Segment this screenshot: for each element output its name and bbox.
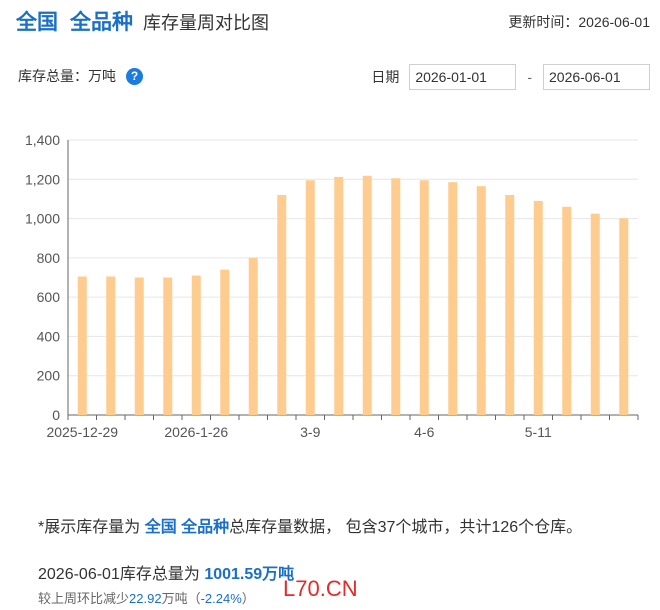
chart-subtitle: 库存量周对比图: [143, 13, 269, 33]
bar: [220, 269, 230, 415]
scope-label[interactable]: 全国: [16, 6, 58, 36]
change-unit: 万吨: [161, 591, 188, 606]
y-tick-label: 200: [37, 368, 61, 384]
note-scope: 全国: [144, 519, 177, 536]
bar: [248, 257, 258, 415]
variety-label[interactable]: 全品种: [70, 6, 133, 36]
note-variety: 全品种: [181, 519, 230, 536]
bar: [334, 176, 344, 415]
start-date-input[interactable]: [409, 64, 517, 90]
weekly-change: 较上周环比减少22.92万吨（-2.24%）: [38, 588, 255, 607]
update-time: 更新时间：2026-06-01: [508, 12, 650, 32]
question-circle-icon[interactable]: ?: [126, 67, 143, 85]
x-tick-label: 5-11: [525, 424, 552, 440]
update-time-value: 2026-06-01: [578, 14, 650, 30]
bar: [277, 195, 287, 415]
bar: [191, 275, 201, 415]
bar: [305, 180, 315, 415]
y-tick-label: 800: [37, 250, 61, 266]
bar: [391, 178, 401, 415]
x-tick-label: 2026-1-26: [164, 424, 228, 440]
change-prefix: 较上周环比减少: [38, 591, 130, 606]
end-date-input[interactable]: [543, 64, 650, 90]
change-pct-open: （: [187, 591, 201, 606]
bar: [77, 276, 87, 415]
bar: [106, 276, 116, 415]
bar: [134, 277, 144, 415]
bar: [362, 175, 372, 415]
x-tick-label: 3-9: [300, 424, 320, 440]
x-tick-label: 2025-12-29: [46, 424, 118, 440]
bar: [619, 218, 629, 415]
bar: [448, 182, 458, 415]
inventory-bar-chart: 0 200 400 600 800 1,000 1,200 1,400 2025-12-29 20…: [25, 132, 639, 440]
bar: [562, 206, 572, 415]
change-value: 22.92: [129, 591, 162, 606]
bar: [505, 195, 515, 415]
y-tick-label: 0: [52, 407, 60, 423]
note-prefix: *展示库存量为: [38, 519, 141, 536]
x-tick-label: 4-6: [414, 424, 434, 440]
date-separator: -: [527, 69, 532, 85]
y-tick-label: 1,000: [25, 211, 60, 227]
total-value: 1001.59万吨: [204, 566, 295, 583]
y-tick-label: 400: [37, 328, 61, 344]
total-prefix: 2026-06-01库存总量为: [38, 566, 200, 583]
y-tick-label: 1,400: [25, 132, 60, 148]
date-range-filter: 日期 -: [371, 64, 650, 90]
y-tick-label: 600: [37, 289, 61, 305]
bar: [590, 213, 600, 415]
note-suffix: 总库存量数据， 包含37个城市，共计126个仓库。: [229, 519, 583, 536]
bar: [533, 200, 543, 415]
unit-label: 库存总量：万吨: [18, 68, 116, 84]
change-pct: -2.24%: [200, 591, 242, 606]
change-pct-close: ）: [241, 591, 255, 606]
y-tick-label: 1,200: [25, 171, 60, 187]
watermark: L70.CN: [283, 576, 358, 601]
unit-row: 库存总量：万吨 ?: [18, 66, 143, 86]
bar: [476, 186, 486, 415]
footnote: *展示库存量为 全国 全品种总库存量数据， 包含37个城市，共计126个仓库。: [38, 513, 582, 537]
bar: [163, 277, 173, 415]
page-title: 全国 全品种 库存量周对比图: [16, 6, 269, 36]
bar: [419, 180, 429, 415]
date-label: 日期: [371, 69, 400, 85]
total-summary: 2026-06-01库存总量为 1001.59万吨: [38, 560, 294, 584]
update-time-label: 更新时间：: [508, 14, 579, 30]
